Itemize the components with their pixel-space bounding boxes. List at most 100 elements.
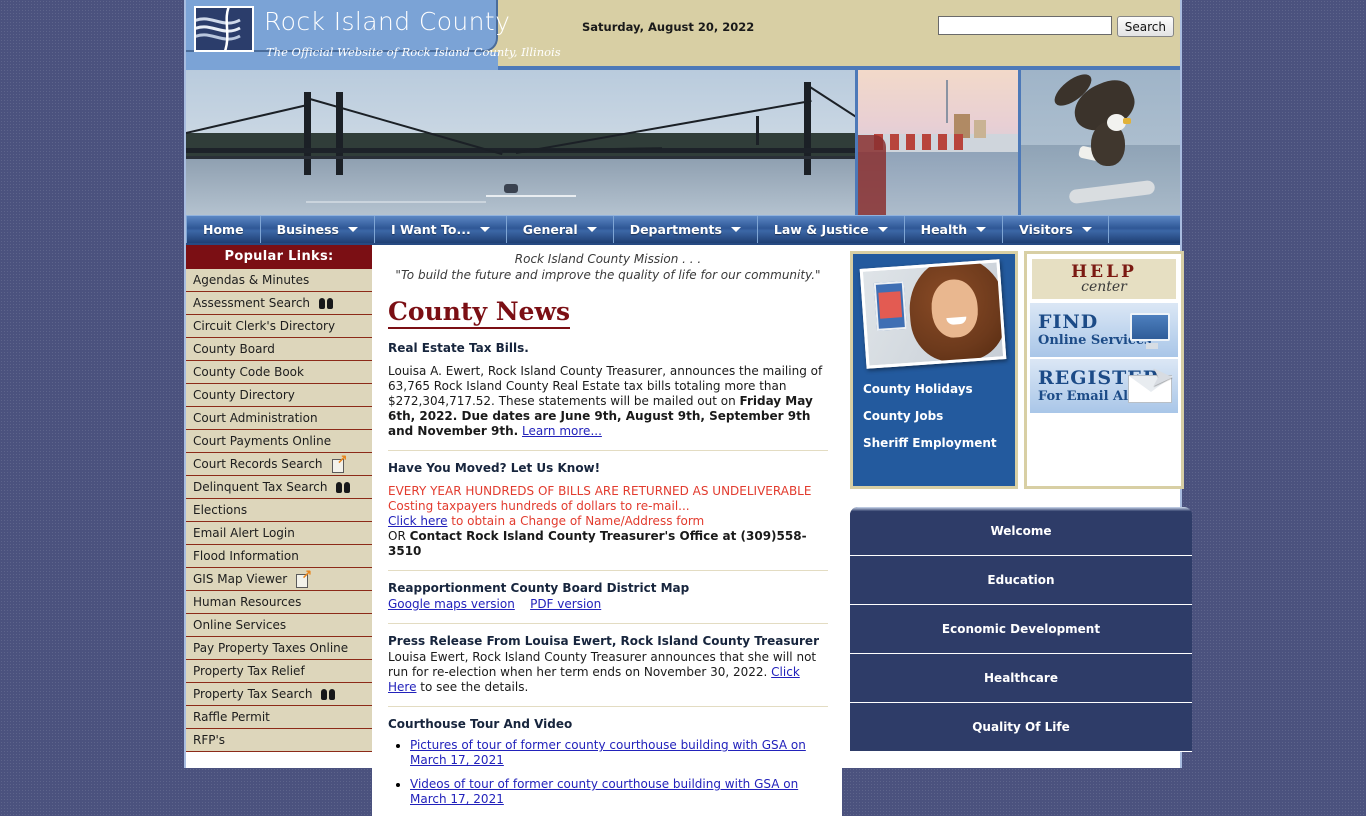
- popular-link-item[interactable]: Court Records Search: [186, 453, 372, 476]
- moved-or-prefix: OR: [388, 529, 410, 543]
- courthouse-pictures-link[interactable]: Pictures of tour of former county courth…: [410, 738, 806, 767]
- site-subtitle: The Official Website of Rock Island Coun…: [266, 45, 561, 59]
- chevron-down-icon: [479, 227, 490, 232]
- reapportionment-links: Google maps version PDF version: [388, 597, 828, 612]
- popular-link-item[interactable]: Pay Property Taxes Online: [186, 637, 372, 660]
- menu-item-economic-development[interactable]: Economic Development: [850, 605, 1192, 654]
- moved-alert-line-1: EVERY YEAR HUNDREDS OF BILLS ARE RETURNE…: [388, 484, 812, 498]
- popular-links-sidebar: Popular Links: Agendas & Minutes Assessme…: [186, 245, 372, 752]
- menu-item-welcome[interactable]: Welcome: [850, 507, 1192, 556]
- employment-photo: [859, 259, 1007, 369]
- popular-link-item[interactable]: Property Tax Relief: [186, 660, 372, 683]
- popular-link-item[interactable]: Agendas & Minutes: [186, 269, 372, 292]
- county-logo-icon: [194, 6, 254, 52]
- popular-link-item[interactable]: GIS Map Viewer: [186, 568, 372, 591]
- search-button[interactable]: Search: [1116, 16, 1174, 37]
- county-news-title: County News: [388, 297, 571, 329]
- mission-statement: Rock Island County Mission . . . "To bui…: [388, 251, 828, 283]
- popular-link-item[interactable]: Court Administration: [186, 407, 372, 430]
- courthouse-videos-link[interactable]: Videos of tour of former county courthou…: [410, 777, 798, 806]
- banner-photo-bridge: [186, 70, 856, 215]
- help-center-button[interactable]: HELP center: [1030, 257, 1178, 301]
- popular-link-label: Raffle Permit: [193, 710, 270, 724]
- employment-links: County Holidays County Jobs Sheriff Empl…: [863, 382, 1005, 450]
- popular-link-label: GIS Map Viewer: [193, 572, 288, 586]
- pdf-version-link[interactable]: PDF version: [530, 597, 601, 611]
- nav-item-general[interactable]: General: [507, 216, 614, 243]
- quick-action-panel: HELP center FIND Online Services REGISTE…: [1024, 251, 1184, 489]
- courthouse-heading: Courthouse Tour And Video: [388, 717, 573, 731]
- tax-bills-body: Louisa A. Ewert, Rock Island County Trea…: [388, 364, 828, 439]
- popular-link-item[interactable]: RFP's: [186, 729, 372, 752]
- help-center-label-2: center: [1081, 279, 1127, 295]
- popular-link-item[interactable]: Circuit Clerk's Directory: [186, 315, 372, 338]
- nav-label: Visitors: [1019, 222, 1073, 237]
- nav-label: Health: [920, 222, 968, 237]
- list-item: Videos of tour of former county courthou…: [410, 777, 828, 807]
- menu-item-healthcare[interactable]: Healthcare: [850, 654, 1192, 703]
- binoculars-icon: [321, 688, 336, 700]
- page-container: Rock Island County The Official Website …: [184, 0, 1192, 816]
- popular-link-label: County Board: [193, 342, 275, 356]
- google-maps-version-link[interactable]: Google maps version: [388, 597, 515, 611]
- arrow-right-icon: ➤: [1150, 360, 1174, 393]
- nav-item-departments[interactable]: Departments: [614, 216, 758, 243]
- current-date: Saturday, August 20, 2022: [582, 20, 755, 34]
- main-content: Rock Island County Mission . . . "To bui…: [372, 245, 842, 816]
- popular-links-list: Agendas & Minutes Assessment Search Circui…: [186, 269, 372, 752]
- nav-item-home[interactable]: Home: [186, 216, 261, 243]
- tax-bills-heading: Real Estate Tax Bills.: [388, 341, 529, 355]
- popular-link-item[interactable]: Elections: [186, 499, 372, 522]
- right-sidebar: County Holidays County Jobs Sheriff Empl…: [842, 245, 1192, 752]
- popular-link-item[interactable]: Human Resources: [186, 591, 372, 614]
- search-area: Search: [937, 16, 1174, 37]
- find-online-services-button[interactable]: FIND Online Services: [1030, 303, 1178, 357]
- popular-link-label: Property Tax Search: [193, 687, 313, 701]
- monitor-icon: [1130, 313, 1170, 349]
- popular-link-item[interactable]: County Board: [186, 338, 372, 361]
- popular-link-item[interactable]: County Code Book: [186, 361, 372, 384]
- moved-contact-line: OR Contact Rock Island County Treasurer'…: [388, 529, 828, 559]
- chevron-down-icon: [976, 227, 987, 232]
- popular-link-item[interactable]: Property Tax Search: [186, 683, 372, 706]
- popular-link-item[interactable]: Assessment Search: [186, 292, 372, 315]
- county-jobs-link[interactable]: County Jobs: [863, 409, 1005, 423]
- popular-link-label: Agendas & Minutes: [193, 273, 310, 287]
- popular-link-label: Assessment Search: [193, 296, 311, 310]
- menu-item-quality-of-life[interactable]: Quality Of Life: [850, 703, 1192, 752]
- nav-item-business[interactable]: Business: [261, 216, 375, 243]
- popular-link-label: Flood Information: [193, 549, 299, 563]
- change-address-text: to obtain a Change of Name/Address form: [447, 514, 705, 528]
- external-link-icon: [296, 569, 312, 588]
- county-holidays-link[interactable]: County Holidays: [863, 382, 1005, 396]
- nav-item-i-want-to[interactable]: I Want To...: [375, 216, 507, 243]
- nav-item-health[interactable]: Health: [905, 216, 1004, 243]
- popular-link-item[interactable]: Court Payments Online: [186, 430, 372, 453]
- popular-link-item[interactable]: Email Alert Login: [186, 522, 372, 545]
- popular-link-item[interactable]: Delinquent Tax Search: [186, 476, 372, 499]
- nav-item-visitors[interactable]: Visitors: [1003, 216, 1109, 243]
- change-address-link[interactable]: Click here: [388, 514, 447, 528]
- register-email-alerts-button[interactable]: REGISTER For Email Alerts ➤: [1030, 359, 1178, 413]
- tax-bills-learn-more-link[interactable]: Learn more...: [522, 424, 602, 438]
- menu-item-education[interactable]: Education: [850, 556, 1192, 605]
- search-input[interactable]: [937, 16, 1112, 35]
- popular-link-item[interactable]: Online Services: [186, 614, 372, 637]
- chevron-down-icon: [877, 227, 888, 232]
- nav-item-law-and-justice[interactable]: Law & Justice: [758, 216, 905, 243]
- popular-link-item[interactable]: Raffle Permit: [186, 706, 372, 729]
- popular-link-item[interactable]: County Directory: [186, 384, 372, 407]
- popular-link-item[interactable]: Flood Information: [186, 545, 372, 568]
- popular-link-label: Property Tax Relief: [193, 664, 305, 678]
- sheriff-employment-link[interactable]: Sheriff Employment: [863, 436, 1005, 450]
- banner-photo-dam: [858, 70, 1018, 215]
- popular-link-label: Elections: [193, 503, 248, 517]
- chevron-down-icon: [586, 227, 597, 232]
- news-section-reapportionment: Reapportionment County Board District Ma…: [388, 571, 828, 612]
- reapportionment-heading: Reapportionment County Board District Ma…: [388, 581, 690, 595]
- right-top-panels: County Holidays County Jobs Sheriff Empl…: [850, 251, 1184, 489]
- nav-label: Departments: [629, 222, 722, 237]
- chevron-down-icon: [730, 227, 741, 232]
- nav-label: Law & Justice: [773, 222, 869, 237]
- moved-form-line: Click here to obtain a Change of Name/Ad…: [388, 514, 828, 529]
